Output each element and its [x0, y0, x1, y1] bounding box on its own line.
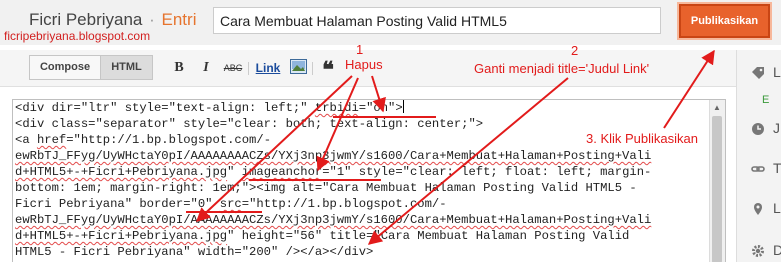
- quote-icon[interactable]: ❝: [320, 59, 336, 81]
- insert-image-icon[interactable]: [290, 59, 307, 77]
- sidebar-item-schedule[interactable]: J: [751, 120, 780, 140]
- sidebar-item-options[interactable]: D: [751, 242, 781, 262]
- italic-icon[interactable]: I: [199, 59, 213, 77]
- spellcheck-flagged-text: ewRbTJ_FFyg/UyWHctaY0pI/AAAAAAAACZs/YXj3…: [15, 213, 652, 227]
- pin-icon: [754, 203, 762, 215]
- post-title-input[interactable]: [213, 7, 661, 34]
- text-caret: [402, 100, 404, 113]
- toolbar-divider: [312, 62, 313, 75]
- code-line[interactable]: d+HTML5+-+Ficri+Pebriyana.jpg" height="5…: [15, 228, 709, 244]
- code-line[interactable]: d+HTML5+-+Ficri+Pebriyana.jpg" imageanch…: [15, 164, 709, 180]
- toolbar-divider: [248, 62, 249, 75]
- title-separator: ·: [149, 10, 155, 29]
- blog-name[interactable]: Ficri Pebriyana: [29, 10, 142, 29]
- publish-button[interactable]: Publikasikan: [679, 4, 770, 38]
- annotation-hapus: Hapus: [345, 57, 383, 72]
- code-line[interactable]: Ficri Pebriyana" border="0" src="http://…: [15, 196, 709, 212]
- editor-scrollbar[interactable]: ▲: [709, 100, 725, 262]
- annotation-ganti: Ganti menjadi title='Judul Link': [474, 61, 650, 76]
- label-icon: [752, 67, 764, 79]
- header-bar: Ficri Pebriyana · Entri Publikasikan fic…: [0, 0, 781, 45]
- strikethrough-icon[interactable]: ABC: [222, 59, 244, 77]
- spellcheck-flagged-text: src: [219, 197, 242, 211]
- compose-tab[interactable]: Compose: [29, 55, 101, 80]
- spellcheck-flagged-text: trbidi: [314, 101, 359, 115]
- link-icon: [751, 166, 765, 172]
- sidebar-label-2: T: [773, 160, 781, 176]
- link-button[interactable]: Link: [255, 59, 281, 77]
- annotation-number-1: 1: [356, 42, 364, 57]
- bold-icon[interactable]: B: [172, 59, 186, 77]
- code-line[interactable]: ewRbTJ_FFyg/UyWHctaY0pI/AAAAAAAACZs/YXj3…: [15, 212, 709, 228]
- sidebar-item-permalink[interactable]: T: [751, 160, 781, 180]
- annotation-number-2: 2: [571, 43, 579, 58]
- scroll-thumb[interactable]: [712, 116, 722, 262]
- scroll-up-arrow[interactable]: ▲: [713, 103, 721, 112]
- spellcheck-flagged-text: ewRbTJ_FFyg/UyWHctaY0pI/AAAAAAAACZs/YXj3…: [15, 149, 652, 163]
- gear-icon: [752, 245, 764, 257]
- sidebar-label-4: D: [773, 242, 781, 258]
- clock-icon: [752, 123, 764, 135]
- html-tab[interactable]: HTML: [100, 55, 153, 80]
- sidebar-label-1: J: [773, 120, 780, 136]
- annotation-step-3: 3. Klik Publikasikan: [586, 131, 698, 146]
- post-settings-sidebar: L E J T L D: [736, 50, 781, 262]
- sidebar-label-0: L: [773, 64, 781, 80]
- spellcheck-flagged-text: d+HTML5+-+Ficri+Pebriyana.jpg: [15, 229, 228, 243]
- watermark: ficripebriyana.blogspot.com: [4, 29, 151, 43]
- code-line[interactable]: <div class="separator" style="clear: bot…: [15, 116, 709, 132]
- code-line[interactable]: HTML5 - Ficri Pebriyana" width="200" /><…: [15, 244, 709, 260]
- spellcheck-flagged-text: d+HTML5+-+Ficri+Pebriyana.jpg: [15, 165, 228, 179]
- spellcheck-flagged-text: imageanchor: [241, 165, 323, 179]
- code-line[interactable]: ewRbTJ_FFyg/UyWHctaY0pI/AAAAAAAACZs/YXj3…: [15, 148, 709, 164]
- sidebar-label-3: L: [773, 200, 781, 216]
- code-line[interactable]: bottom: 1em; margin-right: 1em;"><img al…: [15, 180, 709, 196]
- spellcheck-flagged-text: href: [36, 133, 67, 147]
- sidebar-item-labels[interactable]: L: [751, 64, 781, 84]
- app-title: Ficri Pebriyana · Entri: [29, 10, 196, 30]
- code-line[interactable]: <div dir="ltr" style="text-align: left;"…: [15, 100, 709, 116]
- html-code[interactable]: <div dir="ltr" style="text-align: left;"…: [15, 100, 709, 260]
- sidebar-status-letter: E: [762, 94, 770, 106]
- section-name: Entri: [161, 10, 197, 29]
- sidebar-item-location[interactable]: L: [751, 200, 781, 220]
- html-editor[interactable]: <div dir="ltr" style="text-align: left;"…: [12, 99, 726, 262]
